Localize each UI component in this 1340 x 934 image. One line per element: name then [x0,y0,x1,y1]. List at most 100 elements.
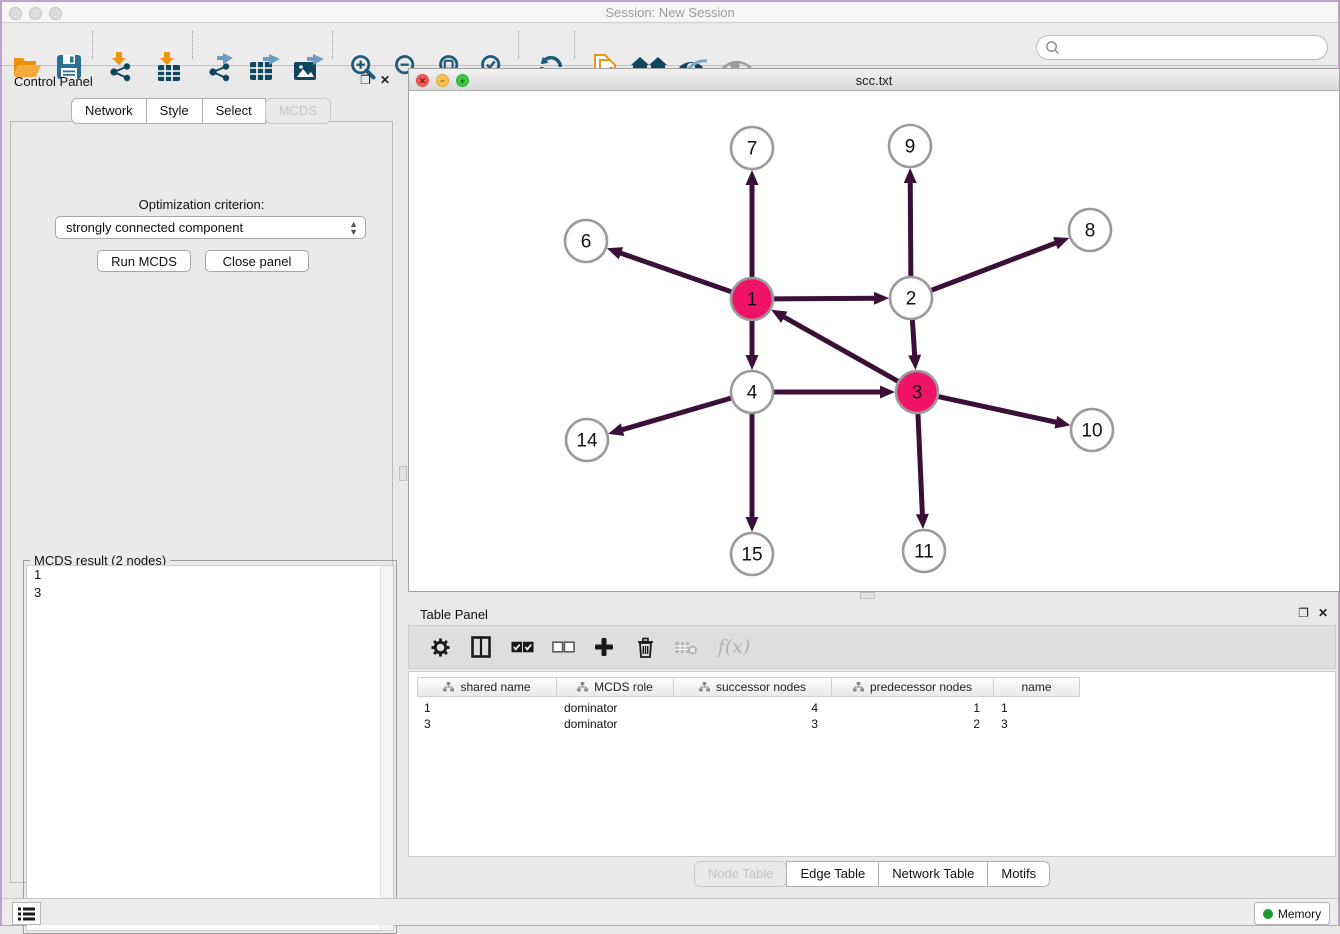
optimization-criterion-select[interactable]: strongly connected component ▲▼ [55,216,366,239]
mcds-result-item[interactable]: 3 [27,584,393,602]
status-bar: Memory [2,898,1338,925]
graph-node-label: 10 [1081,421,1102,442]
table-cell[interactable]: 1 [832,700,994,716]
graph-node-label: 6 [581,232,592,253]
table-header-row: shared name MCDS role successor nodes prede… [417,677,1080,697]
scrollbar-track[interactable] [380,566,393,930]
tab-network[interactable]: Network [71,98,147,124]
graph-edge-arrowhead [916,514,929,529]
tab-style[interactable]: Style [146,98,203,124]
network-window-title: scc.txt [409,73,1339,88]
graph-edge-arrowhead [746,517,759,532]
table-cell[interactable]: dominator [557,700,674,716]
network-window-titlebar[interactable]: ✕ − + scc.txt [409,69,1339,91]
window-titlebar: Session: New Session [2,2,1338,23]
graph-edge-arrowhead [746,355,759,370]
search-input[interactable] [1060,38,1327,58]
graph-edge-4-14[interactable] [619,398,732,431]
close-panel-icon[interactable]: ✕ [1318,607,1328,619]
graph-edge-arrowhead [1054,416,1070,429]
graph-edge-3-10[interactable] [938,396,1060,423]
table-row[interactable]: 3dominator323 [417,716,1080,732]
hide-panels-button[interactable] [12,902,41,925]
column-header-mcds-role[interactable]: MCDS role [557,677,674,697]
delete-table-button[interactable] [673,633,699,661]
graph-edge-2-8[interactable] [931,242,1060,291]
column-type-icon [699,682,710,692]
function-builder-button[interactable]: f(x) [714,633,754,661]
graph-edge-arrowhead [908,355,921,370]
mcds-result-list[interactable]: 13 [26,565,394,931]
vertical-splitter-handle[interactable] [399,466,407,481]
column-header-name[interactable]: name [994,677,1080,697]
column-header-shared-name[interactable]: shared name [417,677,557,697]
checked-boxes-icon [511,641,534,653]
control-panel-header: Control Panel ❐ ✕ [2,66,400,96]
graph-edge-1-6[interactable] [617,252,732,292]
column-type-icon [443,682,454,692]
graph-edge-arrowhead [746,170,759,185]
deselect-all-button[interactable] [550,633,576,661]
graph-edge-3-1[interactable] [781,315,899,381]
mcds-result-group: MCDS result (2 nodes) 13 [23,560,397,934]
column-header-label: MCDS role [594,680,653,694]
tab-network-table[interactable]: Network Table [878,861,988,887]
column-header-label: shared name [460,680,530,694]
select-all-button[interactable] [509,633,535,661]
float-panel-icon[interactable]: ❐ [360,74,371,86]
search-box [1036,35,1328,60]
float-panel-icon[interactable]: ❐ [1298,607,1309,619]
column-header-label: name [1021,680,1051,694]
mcds-tab-content: Optimization criterion: strongly connect… [10,121,393,883]
table-cell[interactable]: 3 [417,716,557,732]
tab-mcds[interactable]: MCDS [265,98,331,124]
delete-table-icon [674,639,698,656]
column-header-predecessor-nodes[interactable]: predecessor nodes [832,677,994,697]
table-row[interactable]: 1dominator411 [417,700,1080,716]
table-cell[interactable]: 1 [994,700,1080,716]
tab-edge-table[interactable]: Edge Table [786,861,879,887]
graph-edge-3-11[interactable] [918,413,923,518]
graph-edge-2-9[interactable] [910,179,911,277]
control-panel: Control Panel ❐ ✕ NetworkStyleSelectMCDS… [2,66,400,898]
graph-edge-arrowhead [880,386,895,399]
close-panel-icon[interactable]: ✕ [380,74,390,86]
delete-columns-button[interactable] [632,633,658,661]
memory-label: Memory [1278,907,1321,921]
search-icon [1045,40,1060,55]
split-panel-button[interactable] [468,633,494,661]
graph-edge-arrowhead [874,292,889,305]
fx-icon: f(x) [718,636,751,658]
window-title: Session: New Session [2,5,1338,20]
table-cell[interactable]: 1 [417,700,557,716]
run-mcds-button[interactable]: Run MCDS [97,250,191,272]
table-cell[interactable]: 4 [674,700,832,716]
graph-edge-arrowhead [608,423,624,435]
tab-node-table[interactable]: Node Table [694,861,788,887]
network-canvas[interactable]: 7968124314101511 [409,91,1339,591]
column-header-successor-nodes[interactable]: successor nodes [674,677,832,697]
close-panel-button[interactable]: Close panel [205,250,309,272]
dropdown-arrows-icon: ▲▼ [349,220,358,236]
list-icon [18,907,35,921]
graph-node-label: 9 [905,137,916,158]
table-cell[interactable]: 2 [832,716,994,732]
graph-edge-1-2[interactable] [773,298,878,299]
split-columns-icon [471,636,491,658]
add-column-button[interactable] [591,633,617,661]
horizontal-splitter-handle[interactable] [860,592,875,599]
tab-motifs[interactable]: Motifs [987,861,1050,887]
main-toolbar [2,24,1338,66]
table-cell[interactable]: 3 [674,716,832,732]
table-cell[interactable]: 3 [994,716,1080,732]
table-cell[interactable]: dominator [557,716,674,732]
network-window: ✕ − + scc.txt 7968124314101511 [408,68,1340,592]
graph-edge-2-3[interactable] [912,319,915,359]
table-settings-button[interactable] [427,633,453,661]
table-toolbar: f(x) [408,625,1336,669]
table-panel-title: Table Panel [420,607,488,622]
column-header-label: successor nodes [716,680,806,694]
memory-button[interactable]: Memory [1254,902,1330,925]
tab-select[interactable]: Select [202,98,266,124]
mcds-result-item[interactable]: 1 [27,566,393,584]
